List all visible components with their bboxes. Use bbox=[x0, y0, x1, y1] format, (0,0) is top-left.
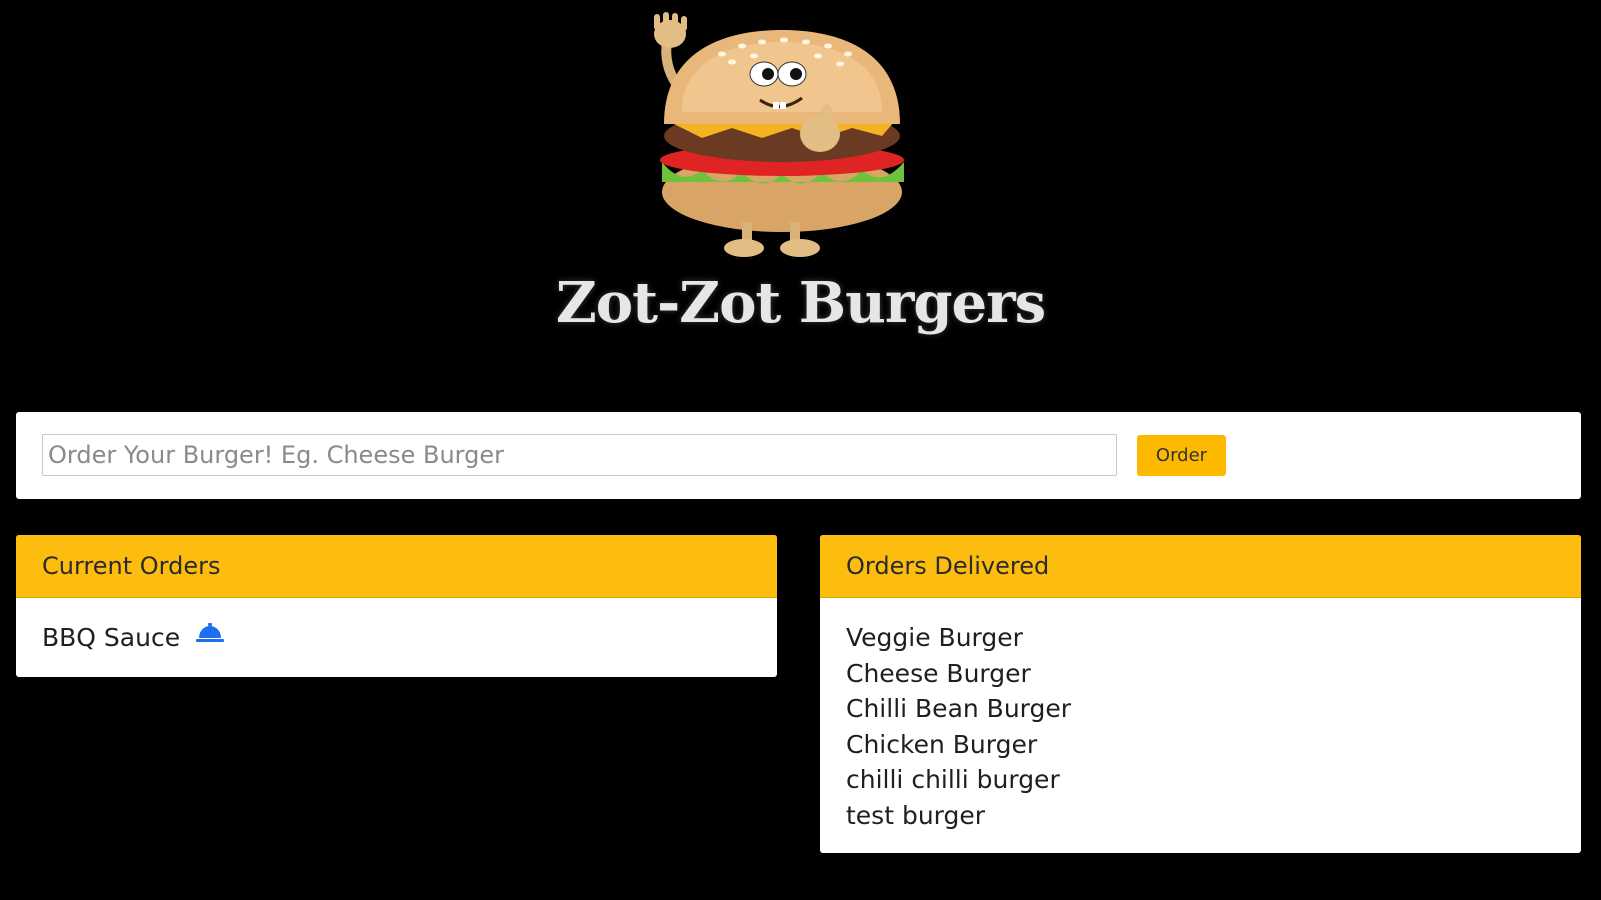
delivered-order-item: Chicken Burger bbox=[846, 729, 1038, 759]
delivered-order-item: Veggie Burger bbox=[846, 623, 1023, 652]
current-order-item: BBQ Sauce bbox=[42, 620, 751, 656]
delivered-order-item: test burger bbox=[846, 800, 986, 830]
order-form: Order bbox=[16, 412, 1581, 499]
current-orders-panel: Current Orders BBQ Sauce bbox=[16, 535, 777, 677]
orders-delivered-title: Orders Delivered bbox=[820, 535, 1581, 598]
order-button[interactable]: Order bbox=[1137, 435, 1226, 476]
delivered-order-item: Chilli Bean Burger bbox=[846, 694, 1072, 723]
orders-delivered-list: Veggie Burger Cheese Burger Chilli Bean … bbox=[820, 598, 1581, 833]
service-bell-icon[interactable] bbox=[196, 618, 225, 654]
current-orders-list: BBQ Sauce bbox=[16, 598, 777, 656]
current-order-label: BBQ Sauce bbox=[42, 623, 181, 652]
burger-mascot-logo bbox=[654, 12, 904, 257]
page-title: Zot-Zot Burgers bbox=[555, 270, 1046, 336]
delivered-order-item: chilli chilli burger bbox=[846, 765, 1060, 794]
delivered-order-item: Cheese Burger bbox=[846, 658, 1031, 688]
burger-order-input[interactable] bbox=[42, 434, 1117, 476]
orders-delivered-panel: Orders Delivered Veggie Burger Cheese Bu… bbox=[820, 535, 1581, 853]
current-orders-title: Current Orders bbox=[16, 535, 777, 598]
